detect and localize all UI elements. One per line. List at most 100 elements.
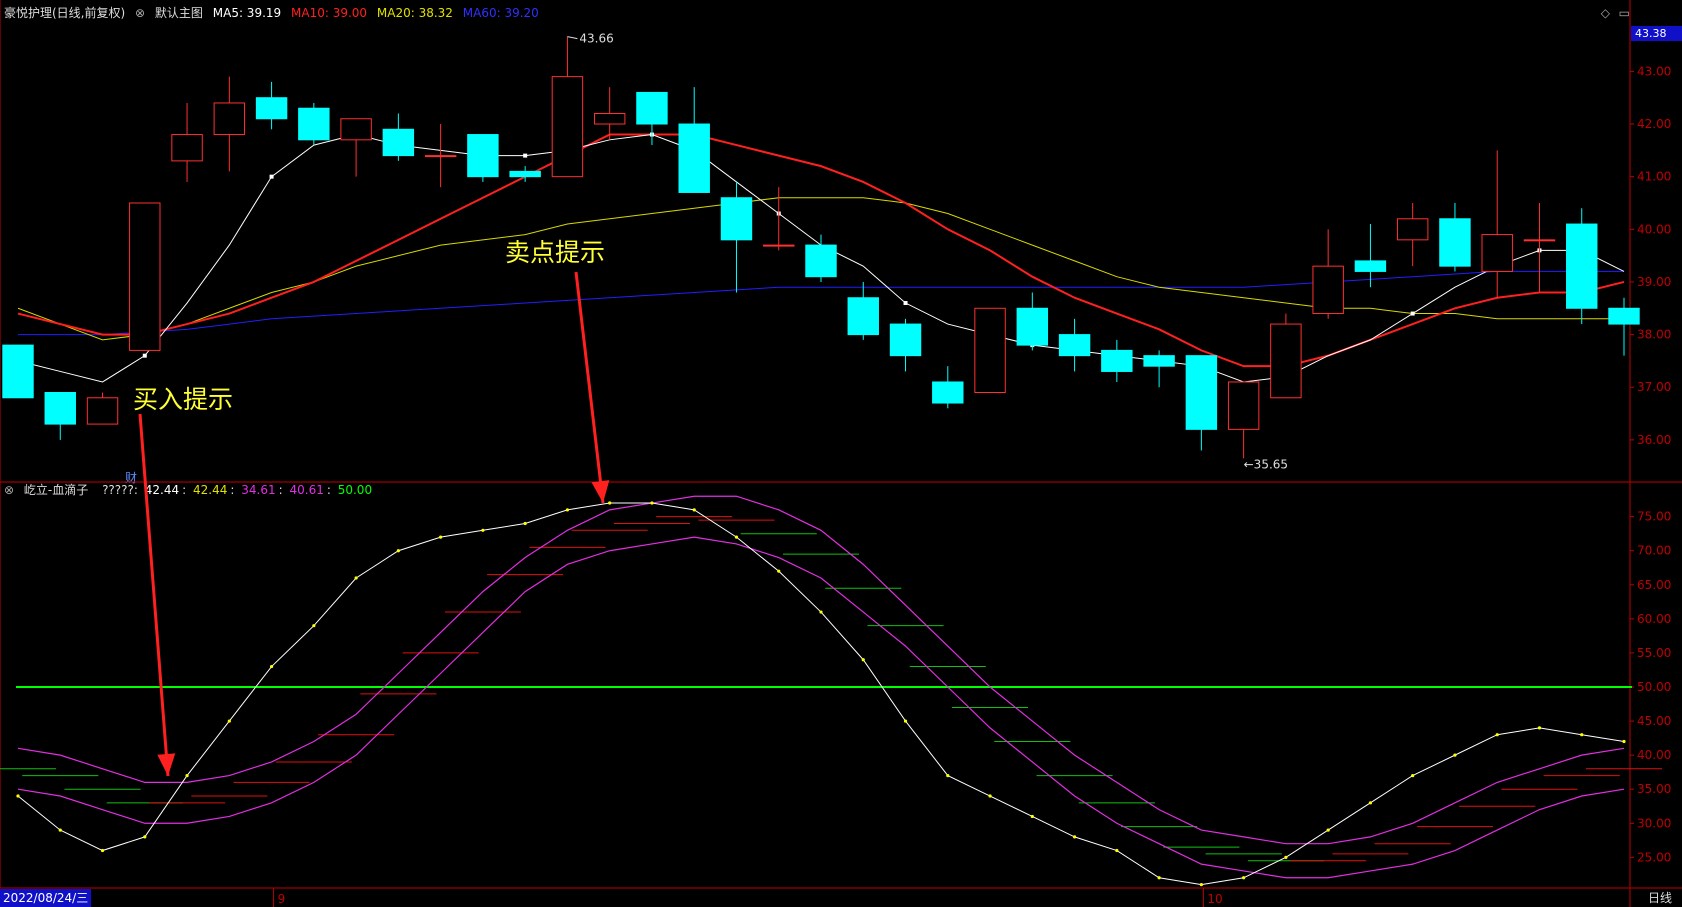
candle-body — [1523, 239, 1556, 242]
candle-body — [551, 76, 584, 178]
indicator-white-dot — [777, 569, 781, 573]
indicator-white-dot — [185, 773, 189, 778]
stock-chart[interactable]: 43.00 42.00 41.00 40.00 39.00 38.00 37.00 36.00… — [0, 0, 1682, 907]
candle-body — [889, 323, 922, 357]
indicator-white-dot — [1326, 828, 1330, 832]
indicator-tick-label: 65.00 — [1637, 578, 1671, 592]
candle-body — [763, 244, 795, 247]
high-price-label: 43.66 — [579, 32, 613, 46]
candle-body — [847, 297, 879, 336]
indicator-band-magenta_lower — [17, 536, 1625, 879]
candle-body — [171, 134, 203, 162]
indicator-tick-label: 45.00 — [1637, 714, 1671, 728]
indicator-white-dot — [143, 835, 147, 839]
indicator-tick-label: 35.00 — [1637, 782, 1671, 796]
ma5-marker — [1410, 311, 1415, 316]
indicator-white-dot — [100, 848, 105, 853]
price-tick-label: 41.00 — [1637, 170, 1671, 184]
indicator-tick-label: 50.00 — [1637, 680, 1671, 694]
price-tick-label: 40.00 — [1637, 222, 1671, 236]
candle-body — [678, 123, 710, 193]
indicator-white-dot — [481, 528, 485, 532]
ma5-marker — [903, 301, 908, 306]
indicator-white-dot — [1537, 726, 1542, 730]
price-tick-label: 39.00 — [1637, 275, 1671, 289]
indicator-tick-label: 70.00 — [1637, 544, 1671, 558]
indicator-white-dot — [1072, 835, 1077, 839]
indicator-white-dot — [1199, 882, 1203, 887]
indicator-white-line — [17, 502, 1625, 886]
price-tick-label: 38.00 — [1637, 328, 1671, 342]
indicator-white-dot — [1453, 753, 1457, 757]
indicator-tick-label: 75.00 — [1637, 510, 1671, 524]
indicator-white-dot — [269, 664, 274, 669]
indicator-tick-label: 55.00 — [1637, 646, 1671, 660]
indicator-white-dot — [903, 719, 908, 723]
indicator-band-magenta_upper — [17, 495, 1625, 845]
indicator-white-dot — [396, 549, 400, 553]
indicator-white-dot — [227, 719, 231, 723]
indicator-white-dot — [1030, 814, 1034, 819]
month-10-label: 10 — [1207, 892, 1222, 906]
high-price-pointer — [567, 36, 578, 40]
indicator-white-dot — [1622, 739, 1626, 744]
indicator-white-dot — [439, 535, 443, 539]
candle-body — [805, 244, 837, 278]
month-9-label: 9 — [278, 892, 286, 906]
indicator-white-dot — [1242, 876, 1246, 880]
candle-body — [382, 128, 415, 157]
candle-body — [1227, 381, 1260, 430]
candle-body — [1312, 265, 1344, 315]
buy-arrow-shaft — [138, 413, 170, 777]
candle-body — [213, 102, 246, 136]
indicator-white-dot — [1368, 801, 1373, 805]
indicator-white-dot — [1580, 733, 1584, 737]
buy-arrow-head — [157, 753, 176, 776]
indicator-white-dot — [1495, 733, 1499, 737]
ma5-marker — [523, 153, 528, 158]
candle-body — [1143, 355, 1175, 367]
candle-body — [86, 397, 119, 425]
candle-body — [720, 197, 753, 241]
ma5-marker — [269, 174, 274, 179]
indicator-white-dot — [692, 508, 696, 512]
candle-body — [1101, 349, 1133, 372]
candle-body — [1481, 234, 1513, 272]
candle-body — [974, 307, 1006, 394]
indicator-white-dot — [1115, 848, 1119, 853]
candle-body — [1566, 223, 1598, 309]
low-price-label: ←35.65 — [1244, 457, 1288, 471]
candle-body — [424, 155, 457, 158]
candle-body — [1185, 355, 1218, 430]
candle-body — [129, 202, 161, 351]
indicator-tick-label: 60.00 — [1637, 612, 1671, 626]
candle-body — [1270, 323, 1302, 399]
indicator-white-dot — [565, 508, 570, 512]
candle-body — [255, 97, 288, 120]
candle-body — [340, 118, 372, 141]
sell-arrow-head — [591, 480, 610, 503]
indicator-white-dot — [946, 773, 950, 778]
price-tick-label: 37.00 — [1637, 380, 1671, 394]
indicator-white-dot — [1157, 876, 1161, 880]
candle-body — [298, 107, 330, 141]
indicator-tick-label: 30.00 — [1637, 816, 1671, 830]
indicator-tick-label: 25.00 — [1637, 850, 1671, 864]
candle-body — [467, 134, 499, 178]
indicator-white-dot — [523, 521, 527, 526]
indicator-white-dot — [58, 828, 62, 832]
candle-body — [44, 392, 76, 425]
candle-body — [2, 344, 34, 399]
indicator-white-dot — [650, 501, 654, 505]
price-tick-label: 36.00 — [1637, 433, 1671, 447]
candle-body — [1058, 334, 1091, 357]
ma5-marker — [142, 353, 147, 358]
candle-body — [1016, 307, 1049, 346]
candle-body — [932, 381, 964, 404]
candle-body — [1354, 260, 1387, 272]
indicator-white-dot — [608, 501, 612, 505]
candle-body — [1608, 307, 1640, 325]
indicator-white-dot — [988, 794, 992, 798]
price-tick-label: 43.00 — [1637, 64, 1671, 78]
candle-body — [509, 170, 541, 178]
